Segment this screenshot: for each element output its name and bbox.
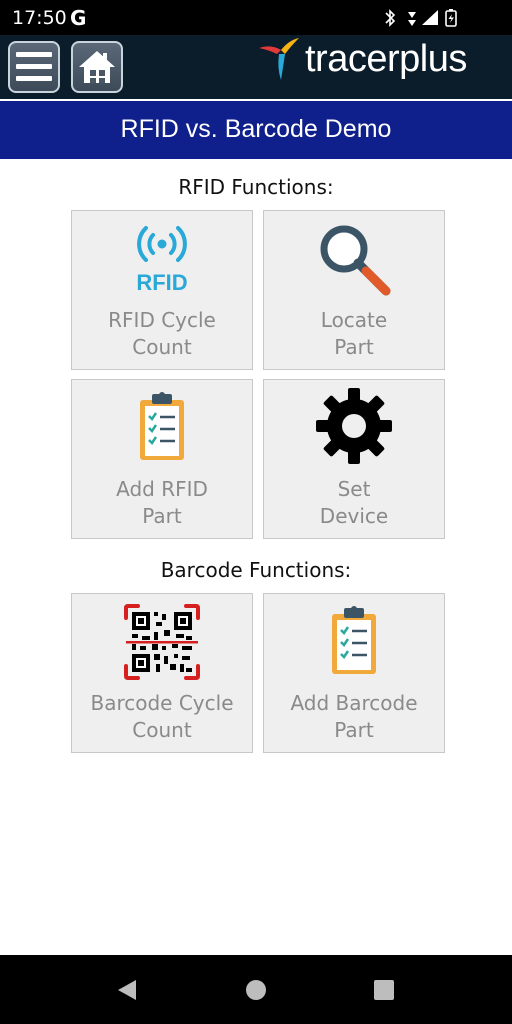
tile-label: Barcode Cycle Count [72, 690, 252, 744]
tile-label-line2: Part [334, 718, 374, 742]
rfid-icon-text: RFID [136, 270, 187, 295]
google-icon: G [70, 6, 87, 30]
logo-text: tracerplus [305, 38, 467, 80]
locate-part-tile[interactable]: Locate Part [263, 210, 445, 370]
add-rfid-part-tile[interactable]: Add RFID Part [71, 379, 253, 539]
bluetooth-icon [385, 9, 396, 27]
tile-label-line1: Add RFID [116, 477, 208, 501]
barcode-cycle-count-tile[interactable]: Barcode Cycle Count [71, 593, 253, 753]
tile-label-line1: Barcode Cycle [90, 691, 234, 715]
clipboard-icon [264, 602, 444, 682]
tile-label-line2: Device [319, 504, 389, 528]
status-icons [384, 8, 474, 28]
tile-label: RFID Cycle Count [72, 307, 252, 361]
rfid-cycle-count-tile[interactable]: RFID RFID Cycle Count [71, 210, 253, 370]
tracerplus-logo: tracerplus [255, 36, 507, 88]
recents-button[interactable] [344, 955, 424, 1024]
tile-label-line2: Part [142, 504, 182, 528]
page-title: RFID vs. Barcode Demo [120, 115, 392, 143]
tile-label-line2: Count [132, 335, 192, 359]
signal-icon [422, 10, 438, 25]
tile-label-line2: Count [132, 718, 192, 742]
home-circle-icon [246, 980, 266, 1000]
set-device-tile[interactable]: Set Device [263, 379, 445, 539]
clipboard-icon [72, 388, 252, 468]
tile-label-line2: Part [334, 335, 374, 359]
app-header: tracerplus [0, 35, 512, 99]
barcode-section-heading: Barcode Functions: [160, 558, 352, 582]
tile-label-line1: Set [337, 477, 371, 501]
home-nav-button[interactable] [216, 955, 296, 1024]
tile-label: Add Barcode Part [264, 690, 444, 744]
recents-square-icon [374, 980, 394, 1000]
back-triangle-icon [118, 980, 136, 1000]
tile-label: Add RFID Part [72, 476, 252, 530]
battery-icon [445, 9, 457, 27]
status-time: 17:50 [12, 7, 67, 29]
add-barcode-part-tile[interactable]: Add Barcode Part [263, 593, 445, 753]
status-bar: 17:50 G [0, 0, 512, 35]
system-nav-bar [0, 955, 512, 1024]
home-button[interactable] [71, 41, 123, 93]
menu-button[interactable] [8, 41, 60, 93]
magnifier-icon [264, 219, 444, 299]
tile-label-line1: RFID Cycle [108, 308, 216, 332]
rfid-icon: RFID [72, 219, 252, 299]
hamburger-menu-icon [16, 52, 52, 81]
wifi-icon [408, 12, 416, 26]
qr-code-icon [72, 602, 252, 682]
back-button[interactable] [88, 955, 168, 1024]
tile-label-line1: Locate [320, 308, 388, 332]
tile-label: Locate Part [264, 307, 444, 361]
gear-icon [264, 388, 444, 468]
title-bar: RFID vs. Barcode Demo [0, 101, 512, 159]
tile-label-line1: Add Barcode [290, 691, 418, 715]
logo-mark-icon [259, 38, 299, 80]
rfid-section-heading: RFID Functions: [178, 175, 334, 199]
home-icon [79, 51, 115, 83]
tile-label: Set Device [264, 476, 444, 530]
